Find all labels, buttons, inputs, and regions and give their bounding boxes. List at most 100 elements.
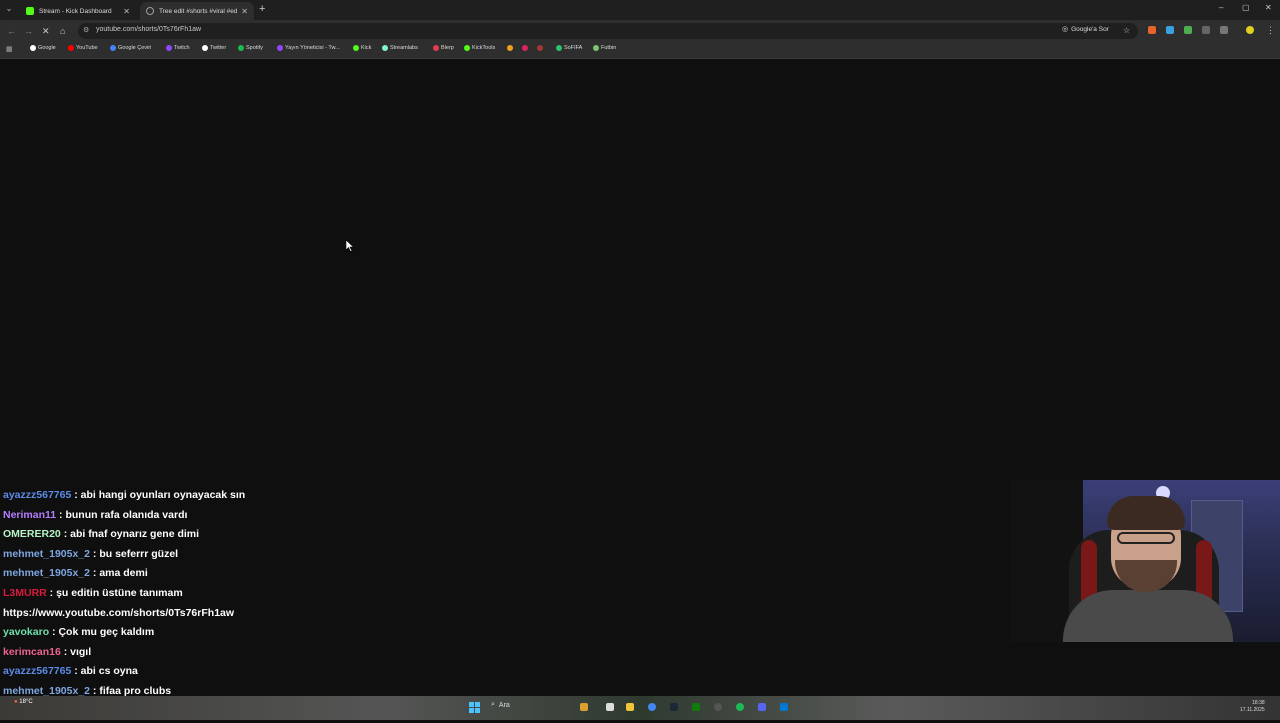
task-view-icon[interactable] bbox=[606, 703, 614, 711]
chat-message: L3MURR : şu editin üstüne tanımam bbox=[3, 586, 245, 606]
taskbar-app-icon[interactable] bbox=[780, 703, 788, 711]
chat-username: Neriman11 bbox=[3, 508, 57, 521]
bookmark-favicon-icon bbox=[507, 45, 513, 51]
tab-kick-dashboard[interactable]: Stream - Kick Dashboard ✕ bbox=[20, 2, 136, 20]
chat-overlay: ayazzz567765 : abi hangi oyunları oynaya… bbox=[3, 488, 245, 723]
discord-icon[interactable] bbox=[758, 703, 766, 711]
profile-avatar[interactable] bbox=[1246, 26, 1254, 34]
chat-message: OMERER20 : abi fnaf oynarız gene dimi bbox=[3, 527, 245, 547]
bookmark-item[interactable]: SoFIFA bbox=[556, 45, 582, 51]
chat-username: ayazzz567765 bbox=[3, 665, 72, 678]
chat-message: ayazzz567765 : abi cs oyna bbox=[3, 664, 245, 684]
bookmark-item[interactable]: Twitter bbox=[202, 45, 226, 51]
bookmark-item[interactable]: Google bbox=[30, 45, 56, 51]
bookmark-favicon-icon bbox=[433, 45, 439, 51]
system-clock[interactable]: 18:38 17.11.2025 bbox=[1240, 700, 1265, 714]
bookmark-label: YouTube bbox=[76, 45, 98, 51]
extension-icon[interactable] bbox=[1148, 26, 1156, 34]
bookmark-favicon-icon bbox=[382, 45, 388, 51]
chrome-icon[interactable] bbox=[648, 703, 656, 711]
bookmark-favicon-icon bbox=[166, 45, 172, 51]
weather-widget[interactable]: ● 18°C bbox=[14, 699, 33, 705]
chat-message: https://www.youtube.com/shorts/0Ts76rFh1… bbox=[3, 606, 245, 626]
apps-grid-icon[interactable]: ▦ bbox=[6, 45, 13, 53]
weather-temp: 18°C bbox=[19, 699, 33, 705]
bookmark-label: KickTools bbox=[472, 45, 496, 51]
obs-icon[interactable] bbox=[714, 703, 722, 711]
new-tab-icon[interactable]: + bbox=[259, 3, 265, 15]
home-icon[interactable]: ⌂ bbox=[60, 26, 65, 36]
spotify-icon[interactable] bbox=[736, 703, 744, 711]
xbox-icon[interactable] bbox=[692, 703, 700, 711]
google-sor-button[interactable]: ◎ Google'a Sor bbox=[1062, 25, 1109, 34]
bookmark-item[interactable]: Kick bbox=[353, 45, 371, 51]
bookmark-item[interactable]: Google Çeviri bbox=[110, 45, 151, 51]
video-area bbox=[0, 59, 1280, 479]
bookmarks-bar bbox=[0, 42, 1280, 59]
kick-favicon-icon bbox=[26, 7, 34, 15]
forward-icon[interactable]: → bbox=[24, 26, 33, 36]
extension-icon[interactable] bbox=[1184, 26, 1192, 34]
search-icon: ⌕ bbox=[491, 701, 495, 708]
bookmark-star-icon[interactable]: ☆ bbox=[1123, 26, 1130, 35]
bookmark-label: Blerp bbox=[441, 45, 454, 51]
bookmark-item[interactable]: Spotify bbox=[238, 45, 263, 51]
extension-icon[interactable] bbox=[1202, 26, 1210, 34]
bookmark-label: Streamlabs bbox=[390, 45, 418, 51]
close-tab-icon[interactable]: ✕ bbox=[241, 7, 248, 16]
bookmark-item[interactable]: Blerp bbox=[433, 45, 454, 51]
menu-dots-icon[interactable]: ⋮ bbox=[1266, 25, 1275, 36]
bookmark-item[interactable]: Streamlabs bbox=[382, 45, 418, 51]
bookmark-item[interactable] bbox=[537, 45, 543, 51]
chat-text: : abi hangi oyunları oynayacak sın bbox=[74, 489, 246, 501]
bookmark-item[interactable] bbox=[507, 45, 513, 51]
chat-username: kerimcan16 bbox=[3, 645, 61, 658]
bookmark-favicon-icon bbox=[238, 45, 244, 51]
tab-youtube-short[interactable]: Tree edit #shorts #viral #edit - ✕ bbox=[140, 2, 254, 20]
bookmark-item[interactable]: KickTools bbox=[464, 45, 495, 51]
steam-icon[interactable] bbox=[670, 703, 678, 711]
bookmark-favicon-icon bbox=[464, 45, 470, 51]
bookmark-item[interactable]: YouTube bbox=[68, 45, 98, 51]
mouse-cursor-icon bbox=[346, 240, 354, 252]
bookmark-favicon-icon bbox=[353, 45, 359, 51]
site-info-icon[interactable]: ⚙ bbox=[83, 26, 89, 34]
windows-taskbar bbox=[0, 696, 1280, 720]
tab-title: Tree edit #shorts #viral #edit - bbox=[159, 7, 238, 15]
extension-icon[interactable] bbox=[1166, 26, 1174, 34]
bookmark-favicon-icon bbox=[593, 45, 599, 51]
file-explorer-icon[interactable] bbox=[626, 703, 634, 711]
chat-text: : abi fnaf oynarız gene dimi bbox=[63, 528, 200, 541]
bookmark-favicon-icon bbox=[110, 45, 116, 51]
bookmark-label: SoFIFA bbox=[564, 45, 583, 51]
bookmark-favicon-icon bbox=[30, 45, 36, 51]
chat-username: OMERER20 bbox=[3, 528, 61, 541]
loading-favicon-icon bbox=[146, 7, 154, 15]
address-bar[interactable] bbox=[78, 23, 1138, 39]
chat-text: : şu editin üstüne tanımam bbox=[49, 586, 183, 599]
reload-stop-icon[interactable]: ✕ bbox=[42, 26, 50, 37]
bookmark-item[interactable] bbox=[522, 45, 528, 51]
chat-username: yavokaro bbox=[3, 626, 50, 639]
bookmark-item[interactable]: Futbin bbox=[593, 45, 616, 51]
close-window-icon[interactable]: ✕ bbox=[1265, 3, 1272, 12]
chat-message: kerimcan16 : vıgıl bbox=[3, 645, 245, 665]
bookmark-label: Spotify bbox=[246, 45, 263, 51]
bookmark-favicon-icon bbox=[202, 45, 208, 51]
back-icon[interactable]: ← bbox=[7, 26, 16, 36]
chat-message: ayazzz567765 : abi hangi oyunları oynaya… bbox=[3, 488, 245, 508]
chat-message: Neriman11 : bunun rafa olanıda vardı bbox=[3, 508, 245, 528]
taskbar-search[interactable]: ⌕ Ara bbox=[491, 701, 510, 709]
url-text[interactable]: youtube.com/shorts/0Ts76rFh1aw bbox=[96, 26, 201, 33]
windows-start-icon[interactable] bbox=[469, 702, 480, 713]
bookmark-item[interactable]: Twitch bbox=[166, 45, 190, 51]
bookmark-item[interactable]: Yayın Yöneticisi - Tw... bbox=[277, 45, 340, 51]
chat-username: mehmet_1905x_2 bbox=[3, 567, 90, 580]
extensions-puzzle-icon[interactable] bbox=[1220, 26, 1228, 34]
close-tab-icon[interactable]: ✕ bbox=[123, 7, 130, 16]
tab-search-menu-icon[interactable]: ⌄ bbox=[4, 4, 14, 14]
taskbar-app-icon[interactable] bbox=[580, 703, 588, 711]
bookmark-favicon-icon bbox=[277, 45, 283, 51]
maximize-icon[interactable]: ▢ bbox=[1242, 3, 1250, 12]
minimize-icon[interactable]: – bbox=[1219, 3, 1223, 12]
